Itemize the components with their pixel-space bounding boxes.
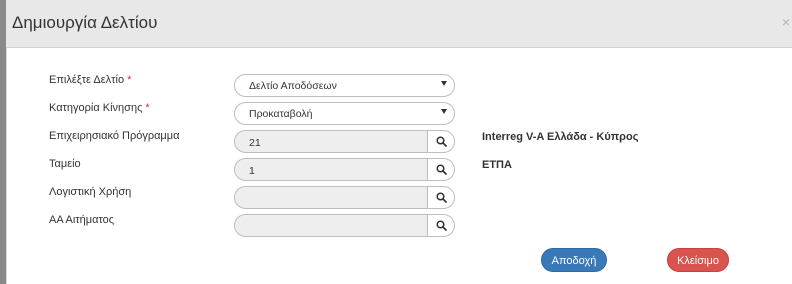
field-label-request-number: ΑΑ Αιτήματος xyxy=(49,214,114,226)
field-label-text: Επιχειρησιακό Πρόγραμμα xyxy=(49,130,180,142)
field-label-text: ΑΑ Αιτήματος xyxy=(49,214,115,226)
caret-down-icon xyxy=(441,81,447,86)
fund-description: ΕΤΠΑ xyxy=(482,159,512,171)
dialog-header: Δημιουργία Δελτίου × xyxy=(6,0,792,48)
search-icon xyxy=(436,192,447,203)
field-label-bulletin: Επιλέξτε Δελτίο * xyxy=(49,74,131,86)
request-number-field[interactable] xyxy=(234,214,455,237)
search-icon xyxy=(436,220,447,231)
dialog-left-border xyxy=(6,48,7,284)
bulletin-select[interactable]: Δελτίο Αποδόσεων xyxy=(234,74,455,97)
field-label-text: Λογιστική Χρήση xyxy=(49,186,132,198)
dialog-title: Δημιουργία Δελτίου xyxy=(12,13,158,32)
fiscal-year-field[interactable] xyxy=(234,186,455,209)
close-button[interactable]: Κλείσιμο xyxy=(667,248,729,272)
operational-programme-value: 21 xyxy=(249,137,261,149)
required-marker: * xyxy=(127,74,132,86)
field-label-fiscal-year: Λογιστική Χρήση xyxy=(49,186,131,198)
movement-category-select[interactable]: Προκαταβολή xyxy=(234,102,455,125)
accept-button[interactable]: Αποδοχή xyxy=(541,248,607,272)
fiscal-year-search-button[interactable] xyxy=(427,187,454,208)
operational-programme-description: Interreg V-A Ελλάδα - Κύπρος xyxy=(482,131,639,143)
bulletin-select-value: Δελτίο Αποδόσεων xyxy=(249,80,337,92)
close-icon[interactable]: × xyxy=(782,15,790,29)
field-label-text: Επιλέξτε Δελτίο xyxy=(49,74,125,86)
field-label-movement-category: Κατηγορία Κίνησης * xyxy=(49,102,150,114)
movement-category-select-value: Προκαταβολή xyxy=(249,108,313,120)
fund-field[interactable]: 1 xyxy=(234,158,455,181)
required-marker: * xyxy=(145,102,150,114)
request-number-search-button[interactable] xyxy=(427,215,454,236)
fund-search-button[interactable] xyxy=(427,159,454,180)
search-icon xyxy=(436,164,447,175)
search-icon xyxy=(436,136,447,147)
fund-value: 1 xyxy=(249,165,255,177)
field-label-text: Ταμείο xyxy=(49,158,81,170)
field-label-operational-programme: Επιχειρησιακό Πρόγραμμα xyxy=(49,130,179,142)
operational-programme-search-button[interactable] xyxy=(427,131,454,152)
field-label-text: Κατηγορία Κίνησης xyxy=(49,102,143,114)
field-label-fund: Ταμείο xyxy=(49,158,81,170)
caret-down-icon xyxy=(441,109,447,114)
operational-programme-field[interactable]: 21 xyxy=(234,130,455,153)
